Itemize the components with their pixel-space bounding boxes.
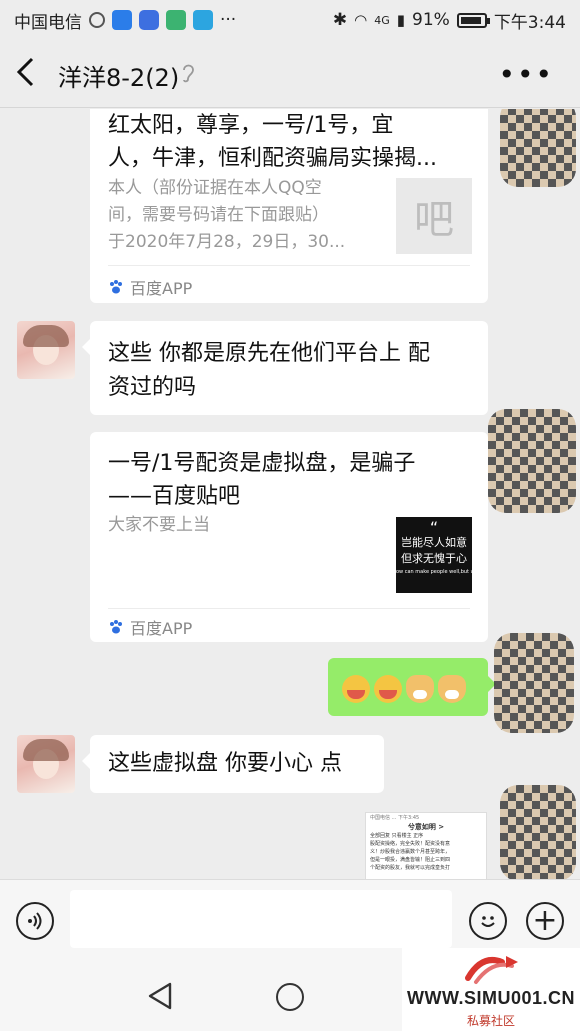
nav-home-icon[interactable] (276, 983, 304, 1011)
shot-body-line: 但是一眼投，满盘皆输！阻止三到四 (370, 857, 451, 863)
voice-button[interactable] (16, 902, 54, 940)
shot-body-line: 个配资的股友，我就可以完成皇负打 (370, 865, 451, 871)
status-right: ✱ ◠ 4G ▮ 91% 下午3:44 (333, 8, 566, 33)
battery-icon (456, 12, 490, 28)
message-line: 资过的吗 (108, 375, 197, 400)
my-message-bubble[interactable] (328, 658, 496, 716)
thumb-line: ow can make people well,but wor (396, 569, 472, 575)
plus-button[interactable]: + (526, 902, 564, 940)
chat-title[interactable]: 洋洋8-2(2) (58, 58, 179, 93)
back-button[interactable] (14, 56, 46, 92)
shot-body-line: 股配资操络，完全失败！配资没有意 (370, 841, 451, 847)
nav-back-icon[interactable] (146, 981, 174, 1011)
avatar-hair (23, 739, 69, 761)
signal-icon: ▮ (396, 11, 406, 29)
watermark: WWW.SIMU001.CN 私募社区 (402, 948, 580, 1031)
chevron-left-icon (16, 57, 34, 87)
shot-body-line: 义！炒股我合违赢数个月甚至跨年， (370, 849, 451, 855)
source-label: 百度APP (130, 619, 193, 638)
facepalm-emoji-icon (374, 675, 402, 703)
thumb-line: 但求无愧于心 (401, 552, 467, 565)
card-title-line: ——百度贴吧 (108, 484, 241, 509)
smile-icon (481, 916, 495, 927)
app-notification-icon (89, 12, 105, 28)
card-divider (108, 608, 470, 609)
watermark-sub: 私募社区 (466, 1014, 515, 1028)
avatar-mosaic (494, 633, 574, 733)
more-notifications-icon: ··· (220, 10, 237, 30)
message-bubble[interactable]: 这些 你都是原先在他们平台上 配 资过的吗 (82, 321, 488, 415)
plus-icon: + (532, 903, 558, 938)
thumb-quote: “ (429, 518, 439, 537)
clock: 下午3:44 (493, 12, 566, 33)
card-desc-line: 本人（部份证据在本人QQ空 (108, 178, 322, 198)
card-title-line: 红太阳，尊享，一号/1号，宜 (108, 113, 394, 138)
watermark-logo (465, 956, 518, 984)
card-source: 百度APP (108, 275, 192, 299)
card-desc-line: 于2020年7月28，29日，30... (108, 232, 346, 252)
watermark-url: WWW.SIMU001.CN (406, 988, 575, 1008)
carrier-label: 中国电信 (14, 12, 82, 33)
baidu-paw-icon (110, 280, 122, 294)
source-label: 百度APP (130, 279, 193, 298)
card-thumbnail: 吧 (396, 178, 472, 254)
facepalm-emoji-icon (342, 675, 370, 703)
chat-header: 洋洋8-2(2) ••• (0, 40, 580, 108)
card-source: 百度APP (108, 615, 192, 639)
battery-percent: 91% (412, 10, 450, 30)
card-title-line: 人，牛津，恒利配资骗局实操揭... (108, 146, 437, 171)
link-card[interactable]: 一号/1号配资是虚拟盘，是骗子 ——百度贴吧 大家不要上当 “ 岂能尽人如意 但… (90, 432, 488, 642)
baidu-paw-icon (110, 620, 122, 634)
ellipsis-icon: ••• (498, 58, 554, 91)
status-left: 中国电信 ··· (14, 8, 236, 33)
paw-icon (139, 10, 159, 30)
doge-emoji-icon (438, 675, 466, 703)
thumb-text: 吧 (414, 197, 454, 243)
video-icon (166, 10, 186, 30)
bluetooth-icon: ✱ (332, 10, 348, 30)
shield-icon (112, 10, 132, 30)
telegram-icon (193, 10, 213, 30)
image-message[interactable]: 中国电信 ... 下午3:45 兮意如明 > 全部回复 只看楼主 正序 股配资操… (365, 812, 487, 879)
card-desc: 大家不要上当 (108, 515, 210, 535)
shot-title: 兮意如明 > (407, 823, 445, 831)
shot-status: 中国电信 ... 下午3:45 (370, 815, 420, 821)
message-list[interactable]: 红太阳，尊享，一号/1号，宜 人，牛津，恒利配资骗局实操揭... 本人（部份证据… (0, 109, 580, 879)
link-card[interactable]: 红太阳，尊享，一号/1号，宜 人，牛津，恒利配资骗局实操揭... 本人（部份证据… (90, 109, 488, 303)
message-bubble[interactable]: 这些虚拟盘 你要小心 点 (82, 735, 384, 793)
ear-icon (181, 62, 195, 89)
card-desc-line: 间，需要号码请在下面跟贴） (108, 205, 329, 225)
message-input[interactable] (70, 890, 452, 948)
status-bar: 中国电信 ··· ✱ ◠ 4G ▮ 91% 下午3:44 (0, 0, 580, 40)
thumb-line: 岂能尽人如意 (401, 536, 467, 549)
more-button[interactable]: ••• (498, 58, 554, 91)
card-divider (108, 265, 470, 266)
wifi-icon: ◠ (354, 11, 368, 29)
battery-fill (460, 16, 481, 24)
network-type: 4G (374, 13, 390, 27)
voice-icon (28, 912, 42, 930)
avatar-mosaic (500, 109, 576, 187)
emoji-button[interactable] (469, 902, 507, 940)
message-line: 这些 你都是原先在他们平台上 配 (108, 341, 430, 366)
avatar-hair (23, 325, 69, 347)
avatar-mosaic (488, 409, 576, 513)
card-thumbnail: “ 岂能尽人如意 但求无愧于心 ow can make people well,… (396, 517, 472, 593)
card-title-line: 一号/1号配资是虚拟盘，是骗子 (108, 451, 416, 476)
avatar-mosaic (500, 785, 576, 879)
message-line: 这些虚拟盘 你要小心 点 (108, 751, 342, 776)
doge-emoji-icon (406, 675, 434, 703)
avatar[interactable] (17, 735, 75, 793)
shot-tabs: 全部回复 只看楼主 正序 (370, 833, 424, 839)
avatar[interactable] (17, 321, 75, 379)
